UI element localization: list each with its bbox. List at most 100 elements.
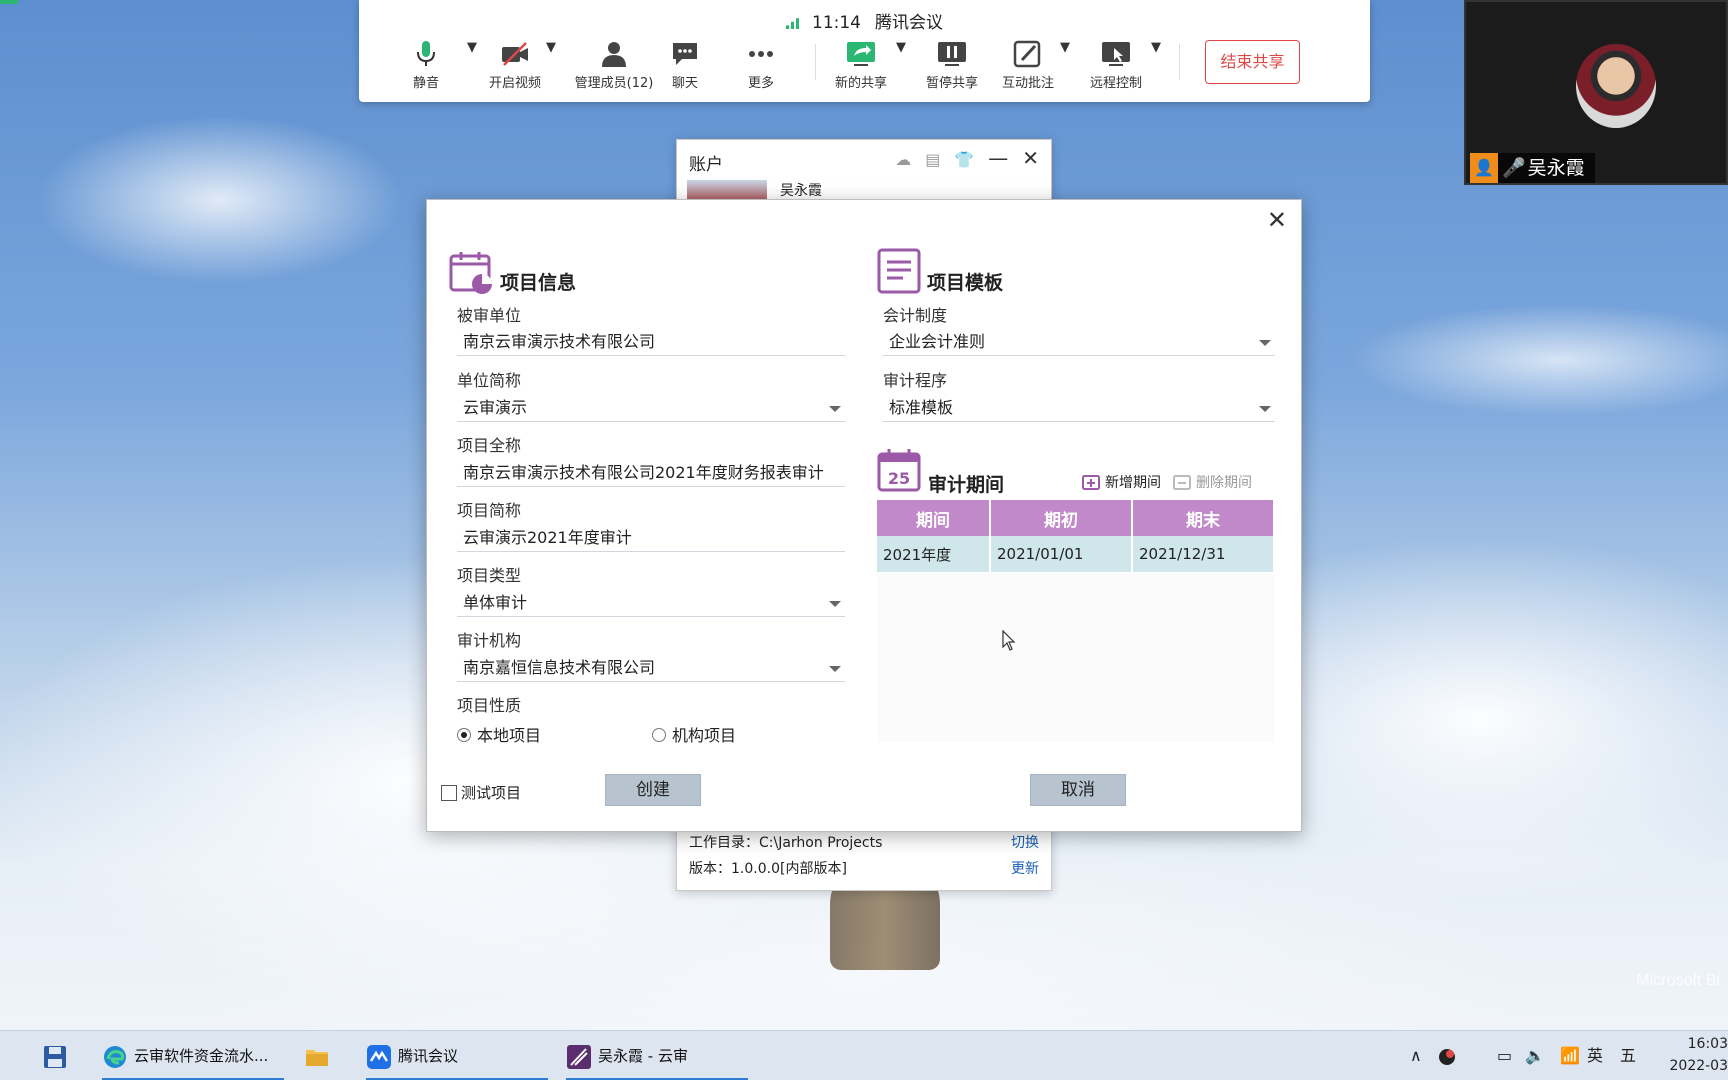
column-start[interactable]: 期初 — [990, 500, 1133, 536]
project-type-select[interactable]: 单体审计 — [457, 591, 845, 617]
ime-mode[interactable]: 五 — [1620, 1031, 1636, 1080]
table-row[interactable]: 2021年度 2021/01/01 2021/12/31 — [877, 536, 1276, 572]
test-project-checkbox[interactable]: 测试项目 — [441, 782, 521, 803]
more-button[interactable]: 更多 — [741, 40, 781, 91]
unit-abbr-value: 云审演示 — [463, 398, 528, 417]
remote-control-icon — [1102, 42, 1130, 66]
new-share-button[interactable]: 新的共享 — [829, 40, 893, 91]
project-full-label: 项目全称 — [457, 436, 522, 455]
project-type-label: 项目类型 — [457, 566, 522, 585]
red-badge-icon — [1439, 1048, 1455, 1065]
template-title: 项目模板 — [927, 272, 1004, 294]
document-icon — [877, 248, 921, 294]
cell-period[interactable]: 2021年度 — [877, 536, 991, 572]
members-button[interactable]: 管理成员(12) — [564, 40, 664, 91]
ime-language[interactable]: 英 — [1587, 1031, 1603, 1080]
battery-icon[interactable]: ▭ — [1497, 1031, 1512, 1080]
volume-icon[interactable]: 🔈 — [1525, 1031, 1545, 1080]
chat-label: 聊天 — [671, 76, 698, 91]
taskbar-clock[interactable]: 16:03 2022-03 — [1662, 1033, 1728, 1077]
share-indicator-left — [0, 0, 18, 4]
radio-local-label: 本地项目 — [477, 726, 542, 745]
account-window-controls: ☁ ▤ 👕 — ✕ — [881, 146, 1039, 170]
chevron-down-icon — [829, 406, 841, 412]
taskbar-item-yunshen[interactable]: 吴永霞 - 云审 — [566, 1031, 748, 1080]
project-abbr-label: 项目简称 — [457, 501, 522, 520]
cell-start[interactable]: 2021/01/01 — [990, 536, 1133, 572]
edge-browser-icon — [104, 1045, 126, 1068]
save-icon[interactable]: ▤ — [925, 150, 940, 169]
switch-workdir-link[interactable]: 切换 — [1011, 832, 1039, 852]
pause-share-button[interactable]: 暂停共享 — [920, 40, 984, 91]
column-end[interactable]: 期末 — [1131, 500, 1276, 536]
annotate-button[interactable]: 互动批注 — [995, 40, 1061, 91]
remote-control-button[interactable]: 远程控制 — [1084, 40, 1148, 91]
new-share-label: 新的共享 — [834, 76, 887, 91]
share-screen-icon — [847, 42, 875, 66]
cancel-button[interactable]: 取消 — [1030, 774, 1126, 806]
add-period-button[interactable]: 新增期间 — [1082, 475, 1161, 491]
annotate-dropdown-icon[interactable]: ▼ — [1060, 40, 1070, 55]
accounting-label: 会计制度 — [883, 306, 948, 325]
taskbar-save-app[interactable] — [42, 1031, 74, 1080]
unit-abbr-select[interactable]: 云审演示 — [457, 396, 845, 422]
clock-date: 2022-03 — [1669, 1058, 1728, 1074]
column-period[interactable]: 期间 — [877, 500, 991, 536]
audited-unit-label: 被审单位 — [457, 306, 522, 325]
procedure-label: 审计程序 — [883, 371, 948, 390]
project-abbr-field[interactable]: 云审演示2021年度审计 — [457, 526, 845, 552]
delete-period-button[interactable]: 删除期间 — [1173, 475, 1252, 491]
taskbar-item-meeting[interactable]: 腾讯会议 — [366, 1031, 548, 1080]
network-icon[interactable]: 📶 — [1560, 1031, 1580, 1080]
share-dropdown-icon[interactable]: ▼ — [896, 40, 906, 55]
create-project-dialog: ✕ 项目信息 被审单位 南京云审演示技术有限公司 单位简称 云审演示 项目全称 … — [426, 199, 1302, 832]
radio-org-project[interactable]: 机构项目 — [652, 722, 736, 746]
participant-video[interactable]: 👤 🎤 吴永霞 — [1464, 0, 1728, 185]
close-icon[interactable]: ✕ — [1267, 206, 1287, 234]
project-info-title: 项目信息 — [500, 272, 577, 294]
skin-icon[interactable]: 👕 — [954, 150, 974, 169]
procedure-select[interactable]: 标准模板 — [883, 396, 1275, 422]
video-dropdown-icon[interactable]: ▼ — [546, 40, 556, 55]
taskbar-item-browser[interactable]: 云审软件资金流水... — [102, 1031, 284, 1080]
radio-unchecked-icon — [652, 728, 666, 742]
project-full-field[interactable]: 南京云审演示技术有限公司2021年度财务报表审计 — [457, 461, 845, 487]
chat-icon — [673, 43, 697, 65]
toolbar-divider — [1179, 44, 1180, 80]
minimize-icon[interactable]: — — [988, 146, 1008, 170]
account-user-name: 吴永霞 — [780, 183, 822, 199]
meeting-toolbar: 11:14 腾讯会议 静音 ▼ 开启视频 ▼ 管理成员(12) 聊天 更多 新的共… — [359, 0, 1370, 102]
microphone-icon: 🎤 — [1502, 157, 1526, 179]
microphone-icon — [417, 41, 435, 66]
remote-dropdown-icon[interactable]: ▼ — [1151, 40, 1161, 55]
calendar-chart-icon — [449, 252, 492, 294]
mouse-cursor-icon — [1002, 630, 1016, 651]
floppy-disk-icon — [44, 1045, 66, 1068]
radio-local-project[interactable]: 本地项目 — [457, 722, 541, 746]
show-hidden-icons[interactable]: ∧ — [1410, 1031, 1422, 1080]
more-label: 更多 — [747, 76, 774, 91]
radio-org-label: 机构项目 — [672, 726, 737, 745]
tray-app-icon[interactable] — [1438, 1031, 1456, 1080]
taskbar-file-explorer[interactable] — [304, 1031, 336, 1080]
end-share-button[interactable]: 结束共享 — [1205, 40, 1300, 84]
cloud-icon[interactable]: ☁ — [895, 150, 911, 169]
audit-org-select[interactable]: 南京嘉恒信息技术有限公司 — [457, 656, 845, 682]
person-icon: 👤 — [1470, 153, 1498, 183]
chat-button[interactable]: 聊天 — [665, 40, 705, 91]
participant-name: 吴永霞 — [1527, 157, 1585, 179]
mute-button[interactable]: 静音 — [403, 40, 449, 91]
meeting-status: 11:14 腾讯会议 — [359, 8, 1370, 33]
audited-unit-field[interactable]: 南京云审演示技术有限公司 — [457, 330, 845, 356]
cell-end[interactable]: 2021/12/31 — [1131, 536, 1276, 572]
video-button[interactable]: 开启视频 — [477, 40, 553, 91]
calendar-day: 25 — [888, 469, 910, 488]
audit-org-value: 南京嘉恒信息技术有限公司 — [463, 658, 656, 677]
create-button[interactable]: 创建 — [605, 774, 701, 806]
accounting-select[interactable]: 企业会计准则 — [883, 330, 1275, 356]
update-link[interactable]: 更新 — [1011, 858, 1039, 878]
close-icon[interactable]: ✕ — [1022, 146, 1039, 170]
calendar-add-icon — [1082, 475, 1100, 490]
radio-checked-icon — [457, 728, 471, 742]
mute-dropdown-icon[interactable]: ▼ — [467, 40, 477, 55]
